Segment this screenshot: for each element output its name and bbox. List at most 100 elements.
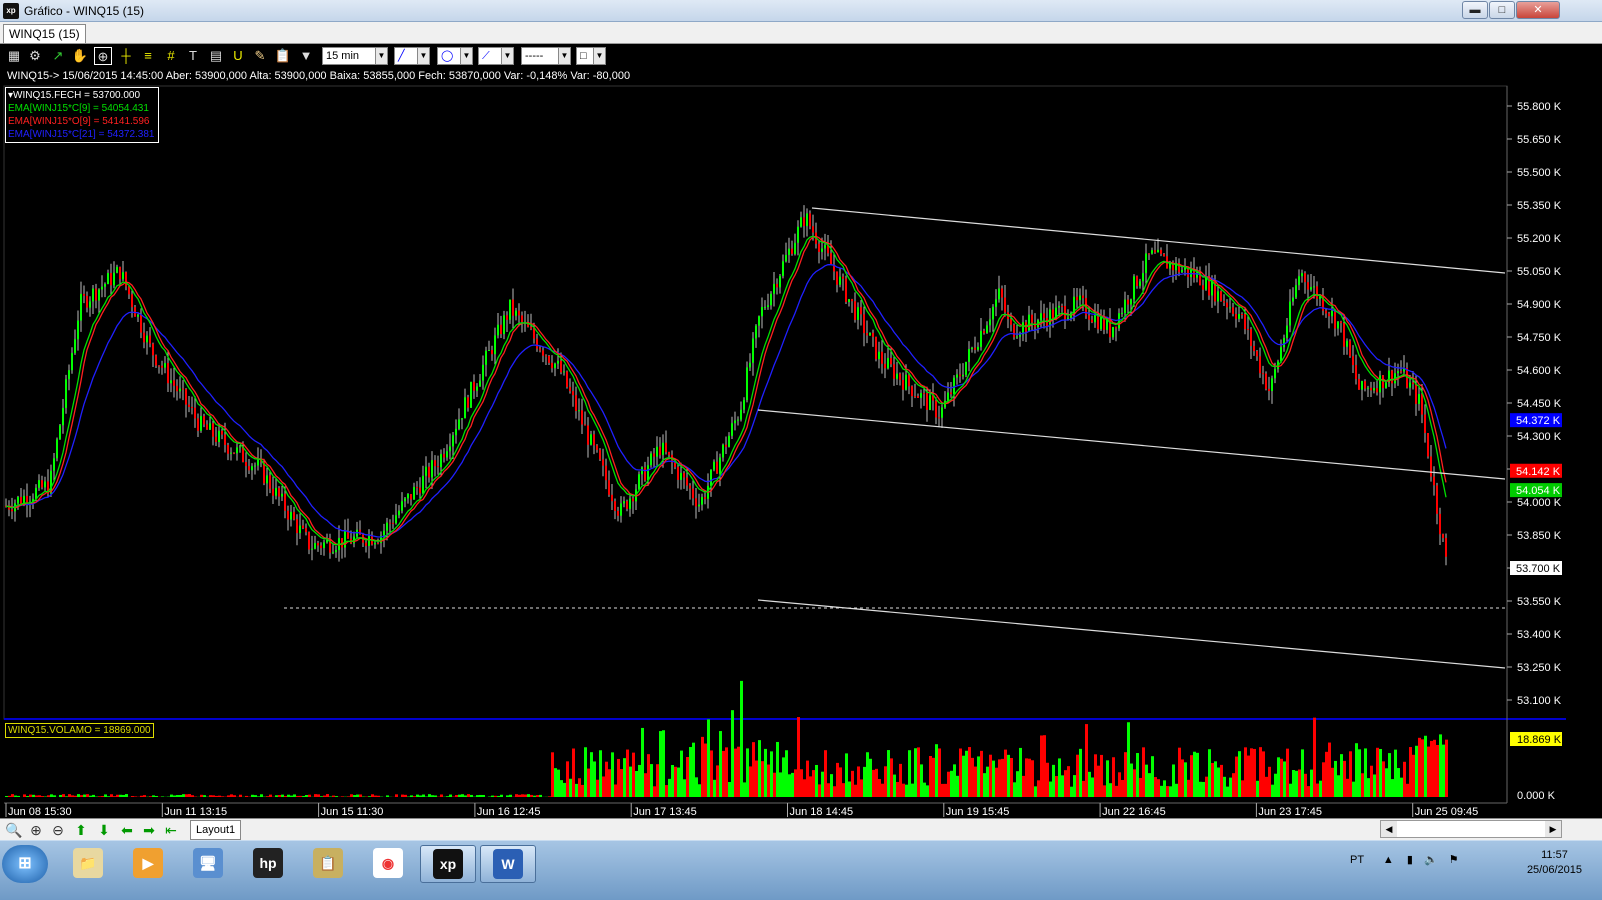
volume-bar bbox=[983, 773, 986, 797]
volume-bar bbox=[302, 795, 305, 797]
arrow-first-icon[interactable]: ⇤ bbox=[162, 821, 180, 839]
price-chart[interactable]: 55.800 K 55.650 K 55.500 K 55.350 K 55.200 K… bbox=[0, 0, 1602, 818]
volume-bar bbox=[746, 748, 749, 797]
candle-body bbox=[863, 314, 865, 334]
price-panel bbox=[3, 85, 1508, 720]
candle-body bbox=[626, 501, 628, 509]
taskbar-remote-desktop-icon[interactable]: 🖥 bbox=[180, 845, 236, 883]
language-indicator[interactable]: PT bbox=[1350, 854, 1364, 866]
scroll-right-icon[interactable]: ▶ bbox=[1545, 821, 1561, 837]
candle-body bbox=[416, 486, 418, 488]
volume-bar bbox=[839, 767, 842, 797]
candle-body bbox=[515, 310, 517, 316]
zoom-in-icon[interactable]: ⊕ bbox=[27, 821, 45, 839]
volume-bar bbox=[89, 795, 92, 797]
volume-bar bbox=[977, 756, 980, 797]
arrow-down-icon[interactable]: ⬇ bbox=[95, 821, 113, 839]
candle-body bbox=[80, 293, 82, 321]
taskbar-hp-icon[interactable]: hp bbox=[240, 845, 296, 883]
candle-body bbox=[1235, 313, 1237, 319]
candle-body bbox=[650, 453, 652, 466]
arrow-up-icon[interactable]: ⬆ bbox=[72, 821, 90, 839]
volume-bar bbox=[1259, 747, 1262, 797]
volume-bar bbox=[1103, 785, 1106, 797]
action-center-icon[interactable]: ⚑ bbox=[1449, 854, 1459, 866]
start-button[interactable]: ⊞ bbox=[2, 845, 48, 883]
candle-body bbox=[587, 425, 589, 445]
candle-body bbox=[1397, 371, 1399, 374]
volume-bar bbox=[143, 795, 146, 797]
volume-bar bbox=[449, 794, 452, 797]
candle-body bbox=[164, 363, 166, 368]
candle-body bbox=[737, 419, 739, 421]
taskbar-xp-icon[interactable]: xp bbox=[420, 845, 476, 883]
candle-body bbox=[767, 305, 769, 307]
taskbar-accessories-icon[interactable]: 📋 bbox=[300, 845, 356, 883]
candle-body bbox=[482, 364, 484, 381]
candle-body bbox=[611, 494, 613, 502]
candle-body bbox=[407, 493, 409, 499]
volume-bar bbox=[953, 764, 956, 797]
volume-bar bbox=[254, 795, 257, 797]
candle-body bbox=[269, 475, 271, 489]
candle-body bbox=[1358, 379, 1360, 390]
arrow-right-icon[interactable]: ➡ bbox=[140, 821, 158, 839]
candle-body bbox=[1145, 253, 1147, 274]
candle-body bbox=[569, 387, 571, 392]
volume-bar bbox=[827, 783, 830, 797]
candle-body bbox=[836, 271, 838, 285]
volume-bar bbox=[821, 771, 824, 797]
clock[interactable]: 11:57 25/06/2015 bbox=[1527, 848, 1582, 878]
tray-expand-icon[interactable]: ▲ bbox=[1383, 854, 1394, 866]
candle-body bbox=[182, 388, 184, 390]
candle-body bbox=[929, 395, 931, 410]
volume-bar bbox=[755, 760, 758, 797]
volume-bar bbox=[959, 748, 962, 797]
candle-body bbox=[881, 351, 883, 364]
candle-body bbox=[1127, 299, 1129, 305]
network-icon[interactable]: ▮ bbox=[1407, 854, 1413, 866]
taskbar-app-glyph: xp bbox=[433, 849, 463, 879]
taskbar-word-icon[interactable]: W bbox=[480, 845, 536, 883]
taskbar-media-player-icon[interactable]: ▶ bbox=[120, 845, 176, 883]
candle-body bbox=[113, 272, 115, 286]
candle-body bbox=[473, 381, 475, 391]
volume-bar bbox=[1154, 777, 1157, 797]
layout-tab[interactable]: Layout1 bbox=[190, 820, 242, 840]
scroll-left-icon[interactable]: ◀ bbox=[1381, 821, 1397, 837]
zoom-fit-icon[interactable]: 🔍 bbox=[5, 821, 23, 839]
volume-bar bbox=[575, 783, 578, 797]
candle-body bbox=[497, 324, 499, 336]
candle-body bbox=[770, 293, 772, 306]
volume-bar bbox=[1112, 757, 1115, 797]
volume-bar bbox=[722, 750, 725, 797]
candle-body bbox=[200, 416, 202, 431]
zoom-out-icon[interactable]: ⊖ bbox=[49, 821, 67, 839]
candle-body bbox=[860, 307, 862, 315]
taskbar-chrome-icon[interactable]: ◉ bbox=[360, 845, 416, 883]
candle-body bbox=[578, 410, 580, 412]
volume-bar bbox=[656, 764, 659, 797]
candle-body bbox=[410, 493, 412, 500]
candle-body bbox=[68, 370, 70, 380]
volume-bar bbox=[680, 750, 683, 797]
candle-body bbox=[1202, 285, 1204, 290]
volume-bar bbox=[1007, 754, 1010, 797]
volume-bar bbox=[794, 769, 797, 797]
horizontal-scrollbar[interactable]: ◀ ▶ bbox=[1380, 820, 1562, 838]
time-tick-label: Jun 08 15:30 bbox=[8, 806, 72, 818]
time-tick-label: Jun 16 12:45 bbox=[477, 806, 541, 818]
arrow-left-icon[interactable]: ⬅ bbox=[118, 821, 136, 839]
candle-body bbox=[1136, 276, 1138, 287]
candle-body bbox=[839, 276, 841, 285]
candle-body bbox=[494, 335, 496, 355]
candle-body bbox=[788, 248, 790, 255]
volume-bar bbox=[314, 794, 317, 797]
candle-body bbox=[1328, 313, 1330, 317]
volume-bar bbox=[131, 796, 134, 797]
chart-window: xp Gráfico - WINQ15 (15) ▬ □ ✕ WINQ15 (1… bbox=[0, 0, 1602, 858]
candle-body bbox=[557, 360, 559, 364]
volume-icon[interactable]: 🔈 bbox=[1424, 854, 1438, 866]
taskbar-explorer-icon[interactable]: 📁 bbox=[60, 845, 116, 883]
volume-bar bbox=[467, 794, 470, 797]
